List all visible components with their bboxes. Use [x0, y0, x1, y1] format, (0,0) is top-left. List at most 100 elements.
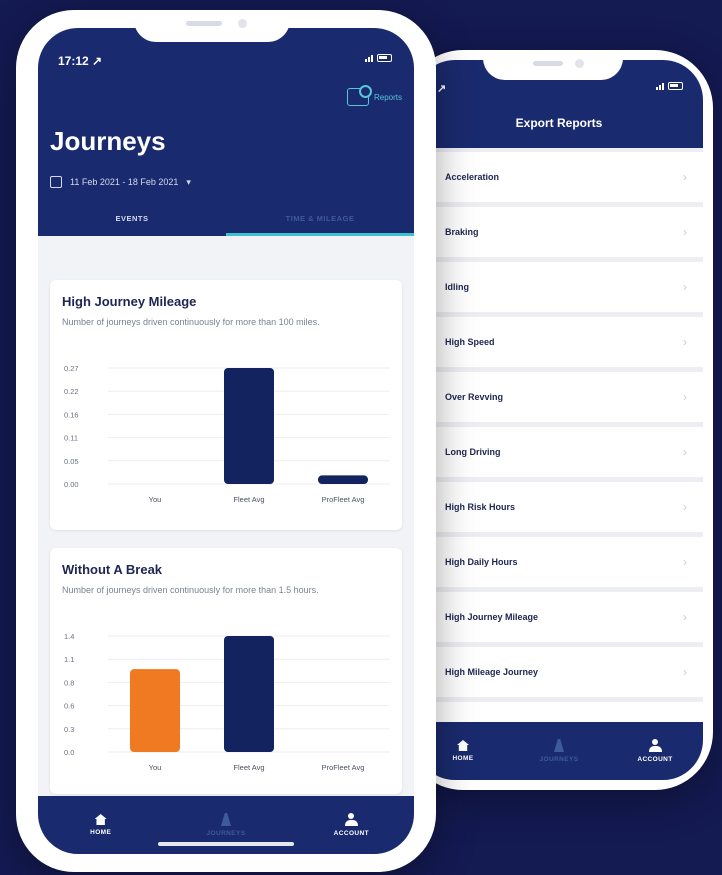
status-icons	[365, 54, 392, 62]
card-description: Number of journeys driven continuously f…	[62, 317, 320, 327]
without-a-break-chart: 1.4 1.1 0.8 0.6 0.3 0.0 You Fleet Avg ProFleet A…	[64, 632, 390, 772]
bar-you	[130, 669, 180, 752]
report-item[interactable]: Braking ›	[415, 207, 703, 257]
speaker	[186, 21, 222, 26]
report-item-label: High Journey Mileage	[445, 612, 539, 622]
chevron-right-icon: ›	[683, 500, 687, 514]
report-item[interactable]: Acceleration ›	[415, 152, 703, 202]
nav-label: ACCOUNT	[637, 756, 673, 763]
y-tick-label: 0.6	[64, 702, 74, 711]
chevron-right-icon: ›	[683, 335, 687, 349]
date-range-selector[interactable]: 11 Feb 2021 - 18 Feb 2021 ▾	[50, 176, 191, 188]
report-item[interactable]: Long Driving ›	[415, 427, 703, 477]
bar-fleet-avg	[224, 636, 274, 752]
chevron-right-icon: ›	[683, 610, 687, 624]
report-item[interactable]: High Risk Hours ›	[415, 482, 703, 532]
report-item-label: High Speed	[445, 337, 495, 347]
x-tick-label: You	[149, 495, 162, 504]
chevron-right-icon: ›	[683, 390, 687, 404]
report-item[interactable]: Idling ›	[415, 262, 703, 312]
account-icon	[648, 739, 662, 752]
journeys-header: 17:12 ↗ Reports Journeys 11 Feb 2021 - 1…	[38, 28, 414, 236]
nav-label: HOME	[90, 829, 112, 836]
y-tick-label: 1.4	[64, 632, 74, 641]
x-tick-label: ProFleet Avg	[322, 495, 365, 504]
date-range-label: 11 Feb 2021 - 18 Feb 2021	[70, 177, 179, 187]
chevron-right-icon: ›	[683, 445, 687, 459]
y-tick-label: 0.8	[64, 678, 74, 687]
status-time: 17:12 ↗	[58, 54, 103, 68]
report-item-label: Long Driving	[445, 447, 501, 457]
chevron-right-icon: ›	[683, 225, 687, 239]
bar-fleet-avg	[224, 368, 274, 484]
y-tick-label: 0.22	[64, 387, 79, 396]
high-journey-mileage-card: High Journey Mileage Number of journeys …	[50, 280, 402, 530]
camera	[575, 59, 584, 68]
home-icon	[94, 814, 107, 825]
y-tick-label: 0.00	[64, 480, 79, 489]
report-item[interactable]: High Journey Mileage ›	[415, 592, 703, 642]
reports-icon	[346, 85, 372, 106]
x-tick-label: Fleet Avg	[233, 763, 264, 772]
chevron-right-icon: ›	[683, 665, 687, 679]
y-tick-label: 0.3	[64, 725, 74, 734]
nav-label: HOME	[452, 755, 474, 762]
report-item[interactable]: Over Revving ›	[415, 372, 703, 422]
high-journey-mileage-chart: 0.27 0.22 0.16 0.11 0.05 0.00 You Fleet Avg ProF…	[64, 364, 390, 504]
battery-icon	[377, 54, 392, 62]
export-reports-screen: ↗ Export Reports Acceleration › Braking › Id…	[415, 60, 703, 780]
nav-home[interactable]: HOME	[38, 796, 163, 854]
road-icon	[220, 813, 231, 826]
y-tick-label: 0.27	[64, 364, 79, 373]
card-title: High Journey Mileage	[62, 294, 197, 309]
card-title: Without A Break	[62, 562, 163, 577]
road-icon	[554, 739, 564, 752]
back-bottom-navbar: HOME JOURNEYS ACCOUNT	[415, 722, 703, 780]
tab-time-mileage[interactable]: TIME & MILEAGE	[226, 204, 414, 236]
nav-label: JOURNEYS	[539, 756, 579, 763]
tab-events[interactable]: EVENTS	[38, 204, 226, 236]
x-tick-label: ProFleet Avg	[322, 763, 365, 772]
account-icon	[344, 813, 358, 826]
home-indicator	[158, 842, 294, 846]
report-item-label: Braking	[445, 227, 479, 237]
report-list: Acceleration › Braking › Idling › High Speed › O…	[415, 152, 703, 757]
chevron-right-icon: ›	[683, 280, 687, 294]
chevron-right-icon: ›	[683, 555, 687, 569]
bar-profleet-avg	[318, 475, 368, 484]
back-arrow-icon[interactable]: ↗	[437, 82, 446, 95]
card-description: Number of journeys driven continuously f…	[62, 585, 319, 595]
x-tick-label: Fleet Avg	[233, 495, 264, 504]
report-item[interactable]: High Speed ›	[415, 317, 703, 367]
nav-account[interactable]: ACCOUNT	[289, 796, 414, 854]
status-icons	[656, 82, 683, 90]
y-tick-label: 1.1	[64, 655, 74, 664]
report-item[interactable]: High Mileage Journey ›	[415, 647, 703, 697]
report-item-label: Idling	[445, 282, 469, 292]
y-tick-label: 0.05	[64, 457, 79, 466]
nav-journeys[interactable]: JOURNEYS	[511, 722, 607, 780]
export-reports-phone: ↗ Export Reports Acceleration › Braking › Id…	[405, 50, 713, 790]
signal-icon	[365, 54, 373, 62]
report-item-label: High Mileage Journey	[445, 667, 539, 677]
home-icon	[457, 740, 469, 751]
nav-account[interactable]: ACCOUNT	[607, 722, 703, 780]
phone-notch	[134, 10, 290, 42]
without-a-break-card: Without A Break Number of journeys drive…	[50, 548, 402, 794]
reports-button[interactable]: Reports	[346, 85, 402, 106]
tab-bar: EVENTS TIME & MILEAGE	[38, 204, 414, 236]
report-item-label: Acceleration	[445, 172, 500, 182]
report-item[interactable]: High Daily Hours ›	[415, 537, 703, 587]
x-tick-label: You	[149, 763, 162, 772]
journeys-screen: 17:12 ↗ Reports Journeys 11 Feb 2021 - 1…	[38, 28, 414, 854]
y-tick-label: 0.11	[64, 434, 78, 443]
y-tick-label: 0.16	[64, 410, 79, 419]
chevron-down-icon: ▾	[186, 176, 191, 187]
nav-label: ACCOUNT	[333, 830, 369, 837]
signal-icon	[656, 82, 664, 90]
chevron-right-icon: ›	[683, 170, 687, 184]
journeys-phone: 17:12 ↗ Reports Journeys 11 Feb 2021 - 1…	[16, 10, 436, 872]
report-item-label: High Risk Hours	[445, 502, 516, 512]
report-item-label: Over Revving	[445, 392, 504, 402]
speaker	[533, 61, 563, 66]
